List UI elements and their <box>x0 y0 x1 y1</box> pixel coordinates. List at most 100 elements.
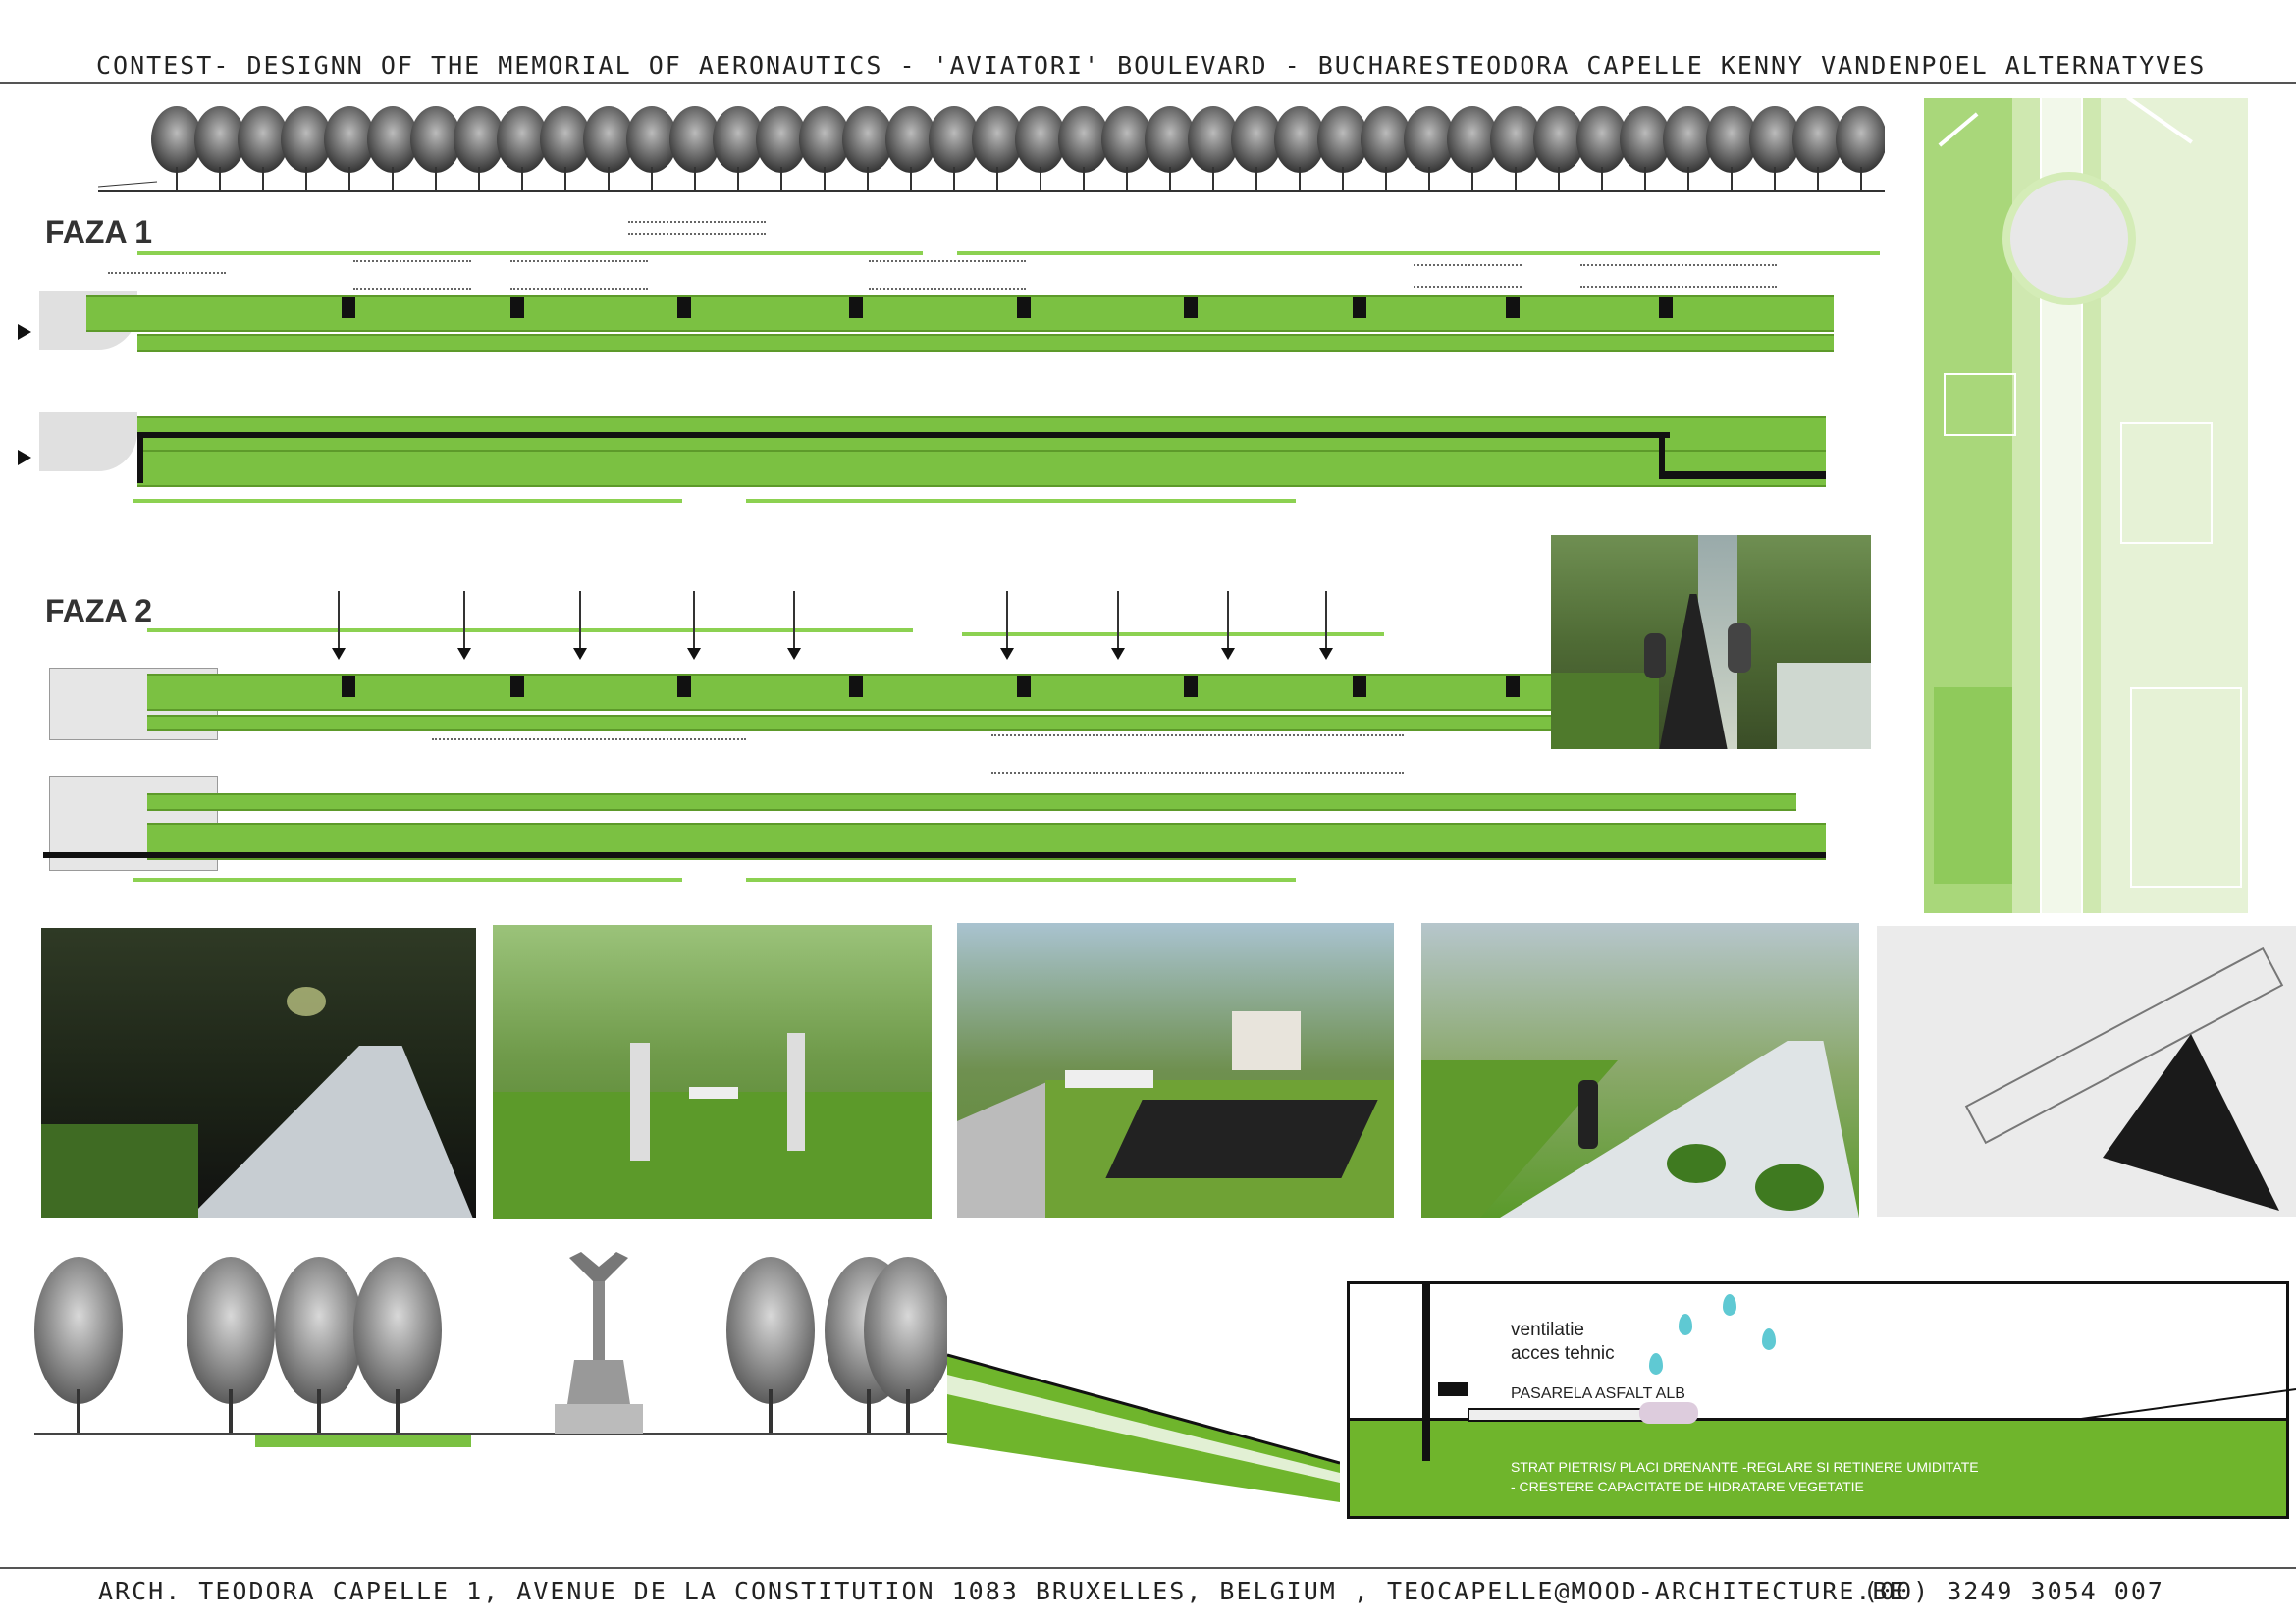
tree-canopy <box>1836 106 1885 173</box>
faza1-block-9 <box>1659 297 1673 318</box>
tree-trunk <box>1687 167 1689 191</box>
faza2-block-8 <box>1506 676 1520 697</box>
tree-trunk <box>229 1389 233 1434</box>
tree-trunk <box>1644 167 1646 191</box>
tree-trunk <box>1774 167 1776 191</box>
faza1-black-frame <box>137 432 1670 483</box>
faza2-black-base <box>43 852 1826 858</box>
tree-trunk <box>608 167 610 191</box>
tree-trunk <box>1126 167 1128 191</box>
faza2-block-2 <box>510 676 524 697</box>
tree-trunk <box>1169 167 1171 191</box>
faza2-block-6 <box>1184 676 1198 697</box>
tree-trunk <box>906 1389 910 1434</box>
footer-address: ARCH. TEODORA CAPELLE 1, AVENUE DE LA CO… <box>98 1577 1906 1605</box>
faza2-arrow-7 <box>1111 591 1125 660</box>
tree-trunk <box>1471 167 1473 191</box>
faza2-top-line-b <box>962 632 1384 636</box>
faza2-block-7 <box>1353 676 1366 697</box>
faza2-arrow-6 <box>1000 591 1014 660</box>
tree-trunk <box>1385 167 1387 191</box>
tree-trunk <box>348 167 350 191</box>
tree-trunk <box>564 167 566 191</box>
faza1-marker-2 <box>18 450 31 465</box>
tree-trunk <box>867 167 869 191</box>
section-label-ventilatie: ventilatie <box>1511 1320 1584 1340</box>
faza2-bottom-line-a <box>133 878 682 882</box>
render-path-trees <box>1421 923 1859 1218</box>
faza2-arrow-2 <box>457 591 471 660</box>
faza1-notes <box>108 221 1875 290</box>
tree-trunk <box>396 1389 400 1434</box>
board-authors: TEODORA CAPELLE KENNY VANDENPOEL ALTERNA… <box>1453 51 2207 80</box>
tree-trunk <box>77 1389 80 1434</box>
tree-canopy <box>275 1257 363 1404</box>
faza2-block-5 <box>1017 676 1031 697</box>
tree-canopy <box>726 1257 815 1404</box>
tree-trunk <box>824 167 826 191</box>
faza1-block-6 <box>1184 297 1198 318</box>
faza1-bottom-line-a <box>133 499 682 503</box>
water-drop-icon <box>1762 1328 1776 1350</box>
tree-trunk <box>317 1389 321 1434</box>
footer-phone: (00) 3249 3054 007 <box>1863 1577 2164 1605</box>
faza1-block-8 <box>1506 297 1520 318</box>
faza1-block-5 <box>1017 297 1031 318</box>
faza2-arrow-9 <box>1319 591 1333 660</box>
board-title: CONTEST- DESIGNN OF THE MEMORIAL OF AERO… <box>96 51 1469 80</box>
tree-trunk <box>1515 167 1517 191</box>
sketch-axonometric <box>1877 926 2296 1217</box>
faza1-strip-2 <box>137 334 1834 352</box>
tree-trunk <box>1428 167 1430 191</box>
tree-trunk <box>953 167 955 191</box>
tree-trunk <box>1255 167 1257 191</box>
tree-trunk <box>996 167 998 191</box>
faza2-block-3 <box>677 676 691 697</box>
tree-trunk <box>694 167 696 191</box>
tree-trunk <box>780 167 782 191</box>
tree-canopy <box>187 1257 275 1404</box>
tree-trunk <box>435 167 437 191</box>
section-label-crestere: - CRESTERE CAPACITATE DE HIDRATARE VEGET… <box>1511 1479 1864 1494</box>
tree-trunk <box>1083 167 1085 191</box>
tree-trunk <box>1558 167 1560 191</box>
faza1-endcap-bottom <box>39 412 137 471</box>
tree-trunk <box>305 167 307 191</box>
section-label-strat: STRAT PIETRIS/ PLACI DRENANTE -REGLARE S… <box>1511 1459 1979 1475</box>
faza2-block-1 <box>342 676 355 697</box>
section-ground-line <box>2081 1388 2296 1420</box>
tree-trunk <box>769 1389 773 1434</box>
render-alley <box>493 925 932 1219</box>
faza1-block-7 <box>1353 297 1366 318</box>
faza2-label: FAZA 2 <box>45 593 153 628</box>
monument-elevation <box>34 1252 947 1447</box>
faza2-strip-2 <box>147 715 1551 731</box>
faza2-notes <box>157 734 1531 774</box>
faza2-arrow-5 <box>787 591 801 660</box>
tree-trunk <box>737 167 739 191</box>
water-drop-icon <box>1649 1353 1663 1375</box>
faza1-block-3 <box>677 297 691 318</box>
site-plan <box>1924 98 2248 913</box>
faza2-arrow-3 <box>573 591 587 660</box>
water-drop-icon <box>1679 1314 1692 1335</box>
render-memorial-plaza <box>957 923 1394 1218</box>
faza2-strip-3 <box>147 793 1796 811</box>
tree-trunk <box>219 167 221 191</box>
faza2-arrow-4 <box>687 591 701 660</box>
tree-trunk <box>1299 167 1301 191</box>
faza2-top-line-a <box>147 628 913 632</box>
faza1-marker-1 <box>18 324 31 340</box>
faza1-block-1 <box>342 297 355 318</box>
tree-trunk <box>1342 167 1344 191</box>
header-rule <box>0 82 2296 84</box>
tree-trunk <box>651 167 653 191</box>
tree-trunk <box>1601 167 1603 191</box>
tree-trunk <box>521 167 523 191</box>
faza2-block-4 <box>849 676 863 697</box>
faza1-black-base <box>1659 471 1826 479</box>
tree-trunk <box>1212 167 1214 191</box>
faza2-arrow-8 <box>1221 591 1235 660</box>
faza1-block-2 <box>510 297 524 318</box>
section-label-acces: acces tehnic <box>1511 1343 1615 1364</box>
